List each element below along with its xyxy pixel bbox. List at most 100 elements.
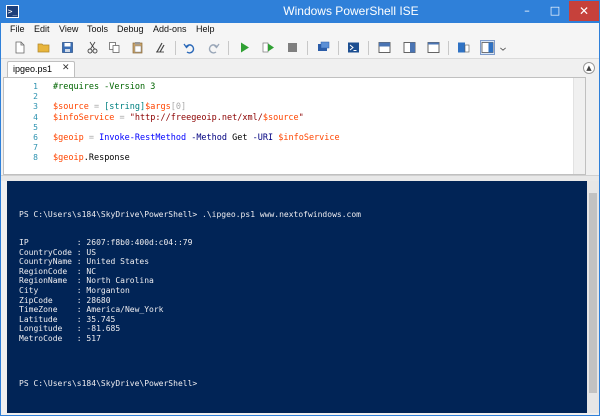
line-number: 8: [33, 153, 38, 163]
code-token: .Response: [83, 153, 130, 164]
console-output-line: Latitude : 35.745: [19, 314, 116, 324]
code-token: $source: [262, 112, 299, 123]
code-line[interactable]: #requires -Version 3: [53, 82, 155, 92]
menu-add-ons[interactable]: Add-ons: [153, 24, 187, 34]
code-line[interactable]: $geoip.Response: [53, 153, 130, 163]
new-file-icon[interactable]: [12, 40, 27, 55]
toolbar-separator: [368, 41, 369, 55]
menu-debug[interactable]: Debug: [117, 24, 144, 34]
editor-side-strip: [587, 77, 599, 175]
code-token: "http://freegeoip.net/xml/: [129, 112, 263, 123]
line-number: 6: [33, 133, 38, 142]
paste-icon[interactable]: [130, 40, 145, 55]
minimize-button[interactable]: –: [513, 1, 541, 21]
console-output-line: RegionCode : NC: [19, 266, 97, 276]
console-command-line: PS C:\Users\s184\SkyDrive\PowerShell> .\…: [19, 210, 361, 219]
line-number: 7: [33, 143, 38, 153]
code-token: #requires -Version 3: [53, 82, 156, 92]
console-output-line: MetroCode : 517: [19, 334, 101, 343]
script-editor[interactable]: 12345678 #requires -Version 3 $source = […: [3, 77, 586, 175]
stop-operation-icon[interactable]: [285, 40, 300, 55]
redo-icon[interactable]: [206, 40, 221, 55]
start-powershell-icon[interactable]: [346, 40, 361, 55]
code-token: =: [88, 102, 105, 113]
console-output-line: ZipCode : 28680: [19, 295, 111, 305]
run-script-icon[interactable]: [237, 40, 252, 55]
code-token: -Method: [186, 133, 228, 143]
toolbar-separator: [338, 41, 339, 55]
title-bar[interactable]: >_ Windows PowerShell ISE – □ ✕: [1, 1, 599, 23]
toolbar-separator: [307, 41, 308, 55]
close-button[interactable]: ✕: [569, 1, 599, 21]
code-token: Get: [227, 133, 248, 143]
save-icon[interactable]: [60, 40, 75, 55]
open-folder-icon[interactable]: [36, 40, 51, 55]
line-number-gutter: 12345678: [4, 78, 42, 174]
powershell-app-icon: >_: [6, 5, 19, 18]
line-number: 2: [33, 92, 38, 102]
code-line[interactable]: $source = [string]$args[0]: [53, 102, 186, 112]
toolbar-separator: [448, 41, 449, 55]
code-token: $geoip: [53, 153, 84, 164]
show-command-window-icon[interactable]: [456, 40, 471, 55]
powershell-ise-window: >_ Windows PowerShell ISE – □ ✕ File Edi…: [0, 0, 600, 416]
code-token: $infoService: [278, 133, 340, 143]
maximize-button[interactable]: □: [541, 1, 569, 21]
line-number: 5: [33, 122, 38, 132]
show-command-addon-icon[interactable]: [480, 40, 495, 55]
code-token: =: [83, 133, 100, 143]
console-scrollbar[interactable]: [587, 181, 599, 413]
menu-edit[interactable]: Edit: [34, 24, 50, 34]
clear-console-icon[interactable]: [153, 40, 168, 55]
show-script-pane-right-icon[interactable]: [402, 40, 417, 55]
tab-close-icon[interactable]: ✕: [62, 63, 70, 73]
console-prompt[interactable]: PS C:\Users\s184\SkyDrive\PowerShell>: [19, 379, 197, 388]
menu-tools[interactable]: Tools: [87, 24, 108, 34]
console-pane[interactable]: PS C:\Users\s184\SkyDrive\PowerShell> .\…: [7, 181, 587, 413]
collapse-script-pane-icon[interactable]: ▲: [583, 62, 595, 74]
toolbar-separator: [175, 41, 176, 55]
line-number: 1: [33, 82, 38, 91]
console-output-line: CountryCode : US: [19, 247, 97, 257]
console-output-line: TimeZone : America/New_York: [19, 305, 164, 315]
remote-powershell-icon[interactable]: [316, 40, 331, 55]
code-token: $source: [53, 102, 89, 113]
code-line[interactable]: $geoip = Invoke-RestMethod -Method Get -…: [53, 133, 340, 143]
code-token: =: [114, 112, 130, 123]
show-script-pane-top-icon[interactable]: [377, 40, 392, 55]
show-script-pane-maximized-icon[interactable]: [426, 40, 441, 55]
script-tab-strip: ipgeo.ps1 ✕ ▲: [1, 59, 599, 77]
code-token: Invoke-RestMethod: [99, 133, 187, 143]
code-token: $args: [145, 102, 171, 113]
code-token: $infoService: [53, 112, 115, 123]
code-token: $geoip: [53, 133, 84, 143]
window-title: Windows PowerShell ISE: [283, 4, 419, 18]
menu-view[interactable]: View: [59, 24, 78, 34]
console-output-line: City : Morganton: [19, 286, 130, 295]
line-number: 3: [33, 102, 38, 112]
code-line[interactable]: $infoService = "http://freegeoip.net/xml…: [53, 113, 304, 123]
menu-help[interactable]: Help: [196, 24, 215, 34]
toolbar-separator: [228, 41, 229, 55]
code-token: [string]: [104, 102, 146, 113]
menu-bar: File Edit View Tools Debug Add-ons Help: [1, 23, 599, 37]
editor-scrollbar[interactable]: [573, 78, 585, 174]
console-output-line: Longitude : -81.685: [19, 324, 121, 334]
code-token: [0]: [170, 102, 187, 113]
menu-file[interactable]: File: [10, 24, 25, 34]
cut-icon[interactable]: [85, 40, 100, 55]
console-output-line: RegionName : North Carolina: [19, 276, 154, 286]
toolbar: [1, 37, 599, 59]
tab-ipgeo-ps1[interactable]: ipgeo.ps1 ✕: [7, 61, 75, 77]
console-scrollbar-thumb[interactable]: [589, 193, 597, 393]
code-token: ": [298, 112, 304, 123]
copy-icon[interactable]: [107, 40, 122, 55]
code-token: -URI: [247, 133, 274, 143]
line-number: 4: [33, 112, 38, 122]
run-selection-icon[interactable]: [261, 40, 276, 55]
tab-label: ipgeo.ps1: [13, 64, 53, 74]
undo-icon[interactable]: [182, 40, 197, 55]
console-output-line: CountryName : United States: [19, 257, 150, 267]
toolbar-overflow-icon[interactable]: [498, 40, 508, 55]
console-output-line: IP : 2607:f8b0:400d:c04::79: [19, 238, 193, 247]
